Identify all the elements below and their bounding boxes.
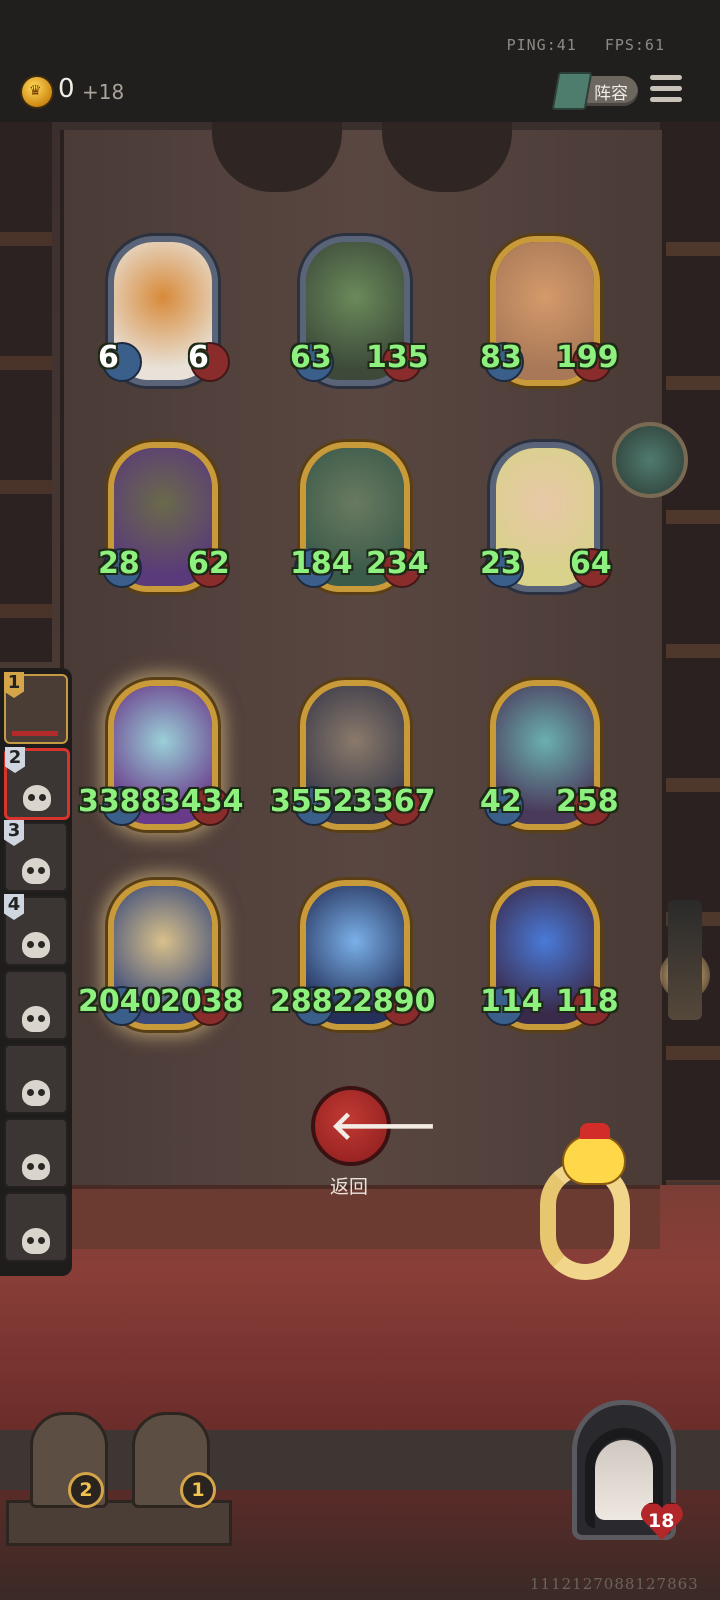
menu-icon[interactable] [650,75,682,105]
roster-slot[interactable]: 3 [4,820,68,892]
health-bar [12,731,58,736]
fps-label: FPS:61 [604,36,665,54]
skull-icon [23,785,51,811]
attack-value: 28 [98,546,140,581]
player-health: 18 [648,1510,675,1532]
skull-icon [22,1228,50,1254]
roster-slot[interactable] [4,1118,68,1188]
snake-mascot-hat [580,1123,610,1139]
attack-value: 3552 [270,784,354,819]
skull-icon [22,1154,50,1180]
attack-value: 2882 [270,984,354,1019]
roster-slot[interactable] [4,1192,68,1262]
roster-slot[interactable] [4,970,68,1040]
chest-count-badge: 2 [68,1472,104,1508]
roster-rank-badge: 2 [5,747,25,773]
skull-icon [22,858,50,884]
health-value: 6 [188,340,209,375]
roster-rank-badge: 1 [4,672,24,698]
roster-slot[interactable] [4,1044,68,1114]
arrow-left-icon: 🡐 [330,1103,438,1149]
health-value: 135 [366,340,429,375]
attack-value: 184 [290,546,353,581]
roster-slot[interactable]: 2 [4,747,70,820]
back-label: 返回 [330,1176,369,1198]
health-value: 199 [556,340,619,375]
snake-mascot-head [562,1135,626,1185]
attack-value: 42 [480,784,522,819]
network-stats: PING:41 FPS:61 [479,36,665,54]
chest-count-badge: 1 [180,1472,216,1508]
user-id: 1112127088127863 [530,1575,699,1593]
lineup-label: 阵容 [594,84,628,104]
roster-slot[interactable]: 4 [4,894,68,966]
skull-icon [22,932,50,958]
attack-value: 114 [480,984,543,1019]
skull-icon [22,1006,50,1032]
book-icon [551,72,593,110]
lamp-icon [668,900,702,1020]
bookshelf-left [0,122,52,662]
attack-value: 2040 [78,984,162,1019]
bookshelf-right [660,122,720,1182]
roster-slot[interactable]: 1 [4,672,68,744]
roster-rank-badge: 3 [4,820,24,846]
skull-icon [22,1080,50,1106]
attack-value: 3388 [78,784,162,819]
health-value: 2038 [160,984,244,1019]
health-value: 234 [366,546,429,581]
ping-label: PING:41 [506,36,577,54]
health-value: 62 [188,546,230,581]
attack-value: 23 [480,546,522,581]
gold-amount: 0 [58,74,75,104]
health-value: 2890 [352,984,436,1019]
attack-value: 83 [480,340,522,375]
health-value: 64 [570,546,612,581]
crown-icon: ♛ [29,83,42,99]
pocketwatch-icon[interactable] [612,422,688,498]
gold-income: +18 [82,80,125,104]
health-value: 3367 [352,784,436,819]
roster-rank-badge: 4 [4,894,24,920]
attack-value: 63 [290,340,332,375]
health-value: 3434 [160,784,244,819]
health-value: 118 [556,984,619,1019]
attack-value: 6 [98,340,119,375]
health-value: 258 [556,784,619,819]
